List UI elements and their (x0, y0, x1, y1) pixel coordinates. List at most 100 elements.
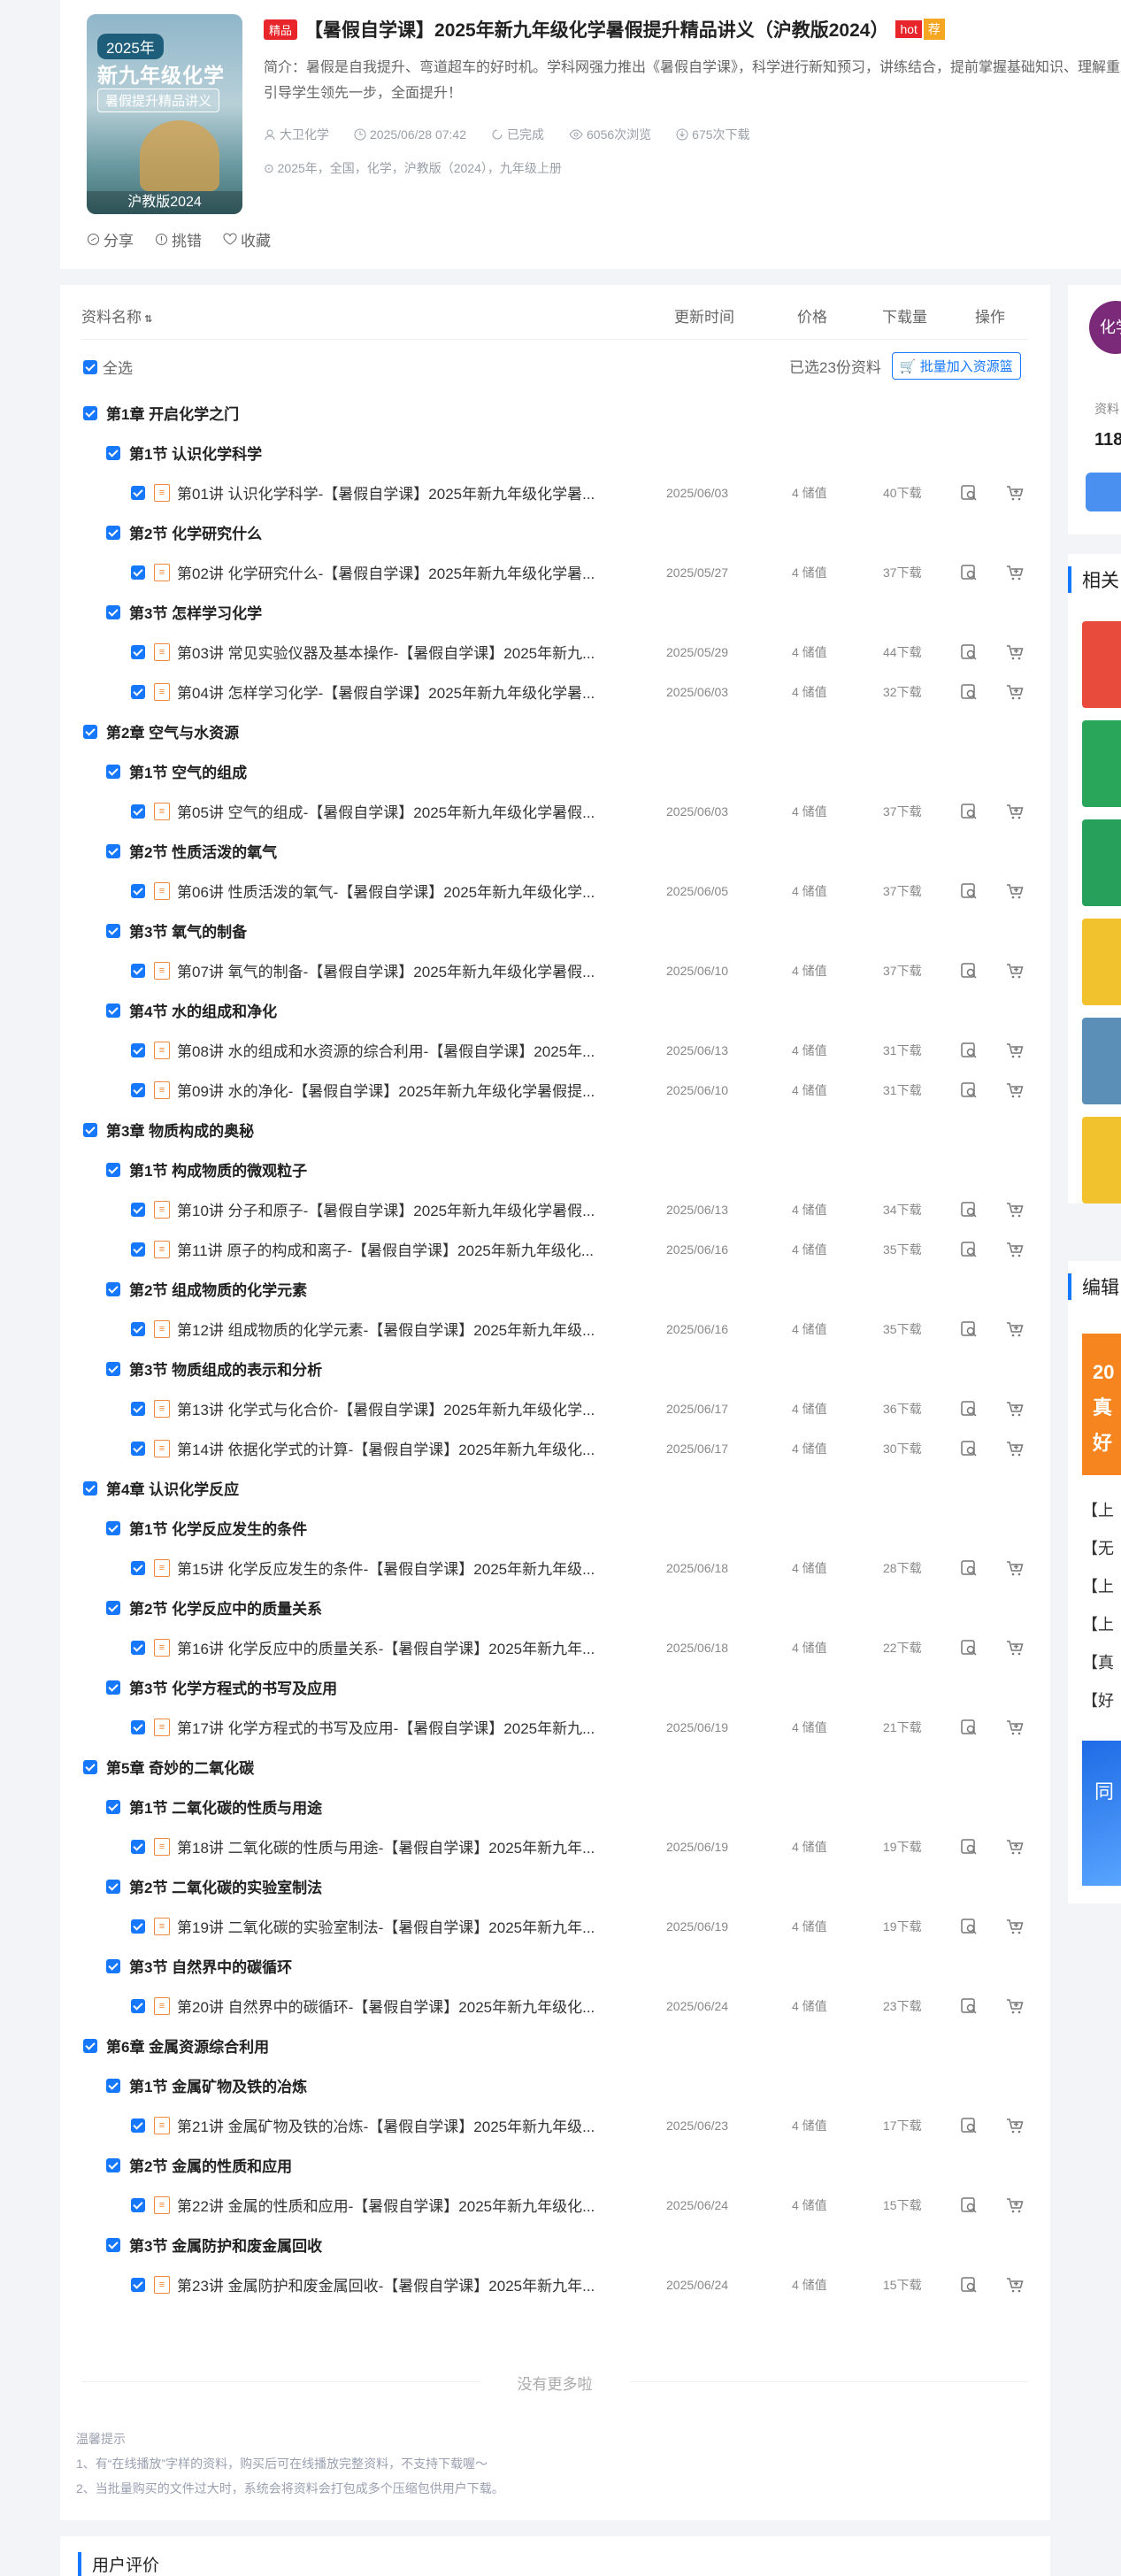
chapter-checkbox[interactable] (83, 2038, 97, 2053)
preview-icon[interactable] (959, 2116, 979, 2135)
editor-item-2[interactable]: 【无 (1082, 1536, 1114, 1559)
add-to-cart-icon[interactable] (1005, 1319, 1025, 1339)
section-checkbox[interactable] (106, 1799, 120, 1814)
related-thumb-3[interactable] (1082, 819, 1121, 906)
preview-icon[interactable] (959, 1080, 979, 1100)
add-to-cart-icon[interactable] (1005, 642, 1025, 662)
section-checkbox[interactable] (106, 604, 120, 619)
preview-icon[interactable] (959, 1638, 979, 1657)
file-name[interactable]: 第05讲 空气的组成-【暑假自学课】2025年新九年级化学暑假... (177, 800, 612, 822)
preview-icon[interactable] (959, 2195, 979, 2215)
section-checkbox[interactable] (106, 1361, 120, 1376)
add-to-cart-icon[interactable] (1005, 1041, 1025, 1060)
section-checkbox[interactable] (106, 1958, 120, 1973)
editor-item-3[interactable]: 【上 (1082, 1574, 1114, 1597)
related-thumb-5[interactable] (1082, 1018, 1121, 1104)
file-checkbox[interactable] (131, 1919, 145, 1934)
preview-icon[interactable] (959, 682, 979, 702)
add-to-cart-icon[interactable] (1005, 1200, 1025, 1219)
add-to-cart-icon[interactable] (1005, 1996, 1025, 2016)
add-to-cart-icon[interactable] (1005, 1240, 1025, 1259)
add-to-cart-icon[interactable] (1005, 802, 1025, 821)
file-checkbox[interactable] (131, 1321, 145, 1336)
preview-icon[interactable] (959, 1439, 979, 1458)
file-name[interactable]: 第22讲 金属的性质和应用-【暑假自学课】2025年新九年级化... (177, 2194, 612, 2216)
file-checkbox[interactable] (131, 804, 145, 819)
file-name[interactable]: 第21讲 金属矿物及铁的冶炼-【暑假自学课】2025年新九年级... (177, 2114, 612, 2136)
col-name-header[interactable]: 资料名称 ⇅ (81, 304, 152, 327)
file-checkbox[interactable] (131, 1401, 145, 1416)
preview-icon[interactable] (959, 881, 979, 901)
file-name[interactable]: 第06讲 性质活泼的氧气-【暑假自学课】2025年新九年级化学... (177, 880, 612, 902)
preview-icon[interactable] (959, 1200, 979, 1219)
file-name[interactable]: 第19讲 二氧化碳的实验室制法-【暑假自学课】2025年新九年... (177, 1915, 612, 1937)
file-checkbox[interactable] (131, 565, 145, 580)
file-name[interactable]: 第03讲 常见实验仪器及基本操作-【暑假自学课】2025年新九... (177, 641, 612, 663)
related-thumb-4[interactable] (1082, 919, 1121, 1005)
related-thumb-6[interactable] (1082, 1117, 1121, 1203)
file-name[interactable]: 第04讲 怎样学习化学-【暑假自学课】2025年新九年级化学暑... (177, 681, 612, 703)
add-to-cart-icon[interactable] (1005, 1638, 1025, 1657)
add-to-cart-icon[interactable] (1005, 1837, 1025, 1857)
file-checkbox[interactable] (131, 1560, 145, 1575)
section-checkbox[interactable] (106, 1600, 120, 1615)
file-name[interactable]: 第11讲 原子的构成和离子-【暑假自学课】2025年新九年级化... (177, 1238, 612, 1260)
preview-icon[interactable] (959, 1319, 979, 1339)
file-checkbox[interactable] (131, 1719, 145, 1734)
chapter-checkbox[interactable] (83, 405, 97, 420)
file-name[interactable]: 第01讲 认识化学科学-【暑假自学课】2025年新九年级化学暑... (177, 481, 612, 504)
preview-icon[interactable] (959, 642, 979, 662)
report-button[interactable]: 挑错 (155, 228, 202, 250)
add-to-cart-icon[interactable] (1005, 1718, 1025, 1737)
file-checkbox[interactable] (131, 1082, 145, 1097)
add-to-cart-icon[interactable] (1005, 1439, 1025, 1458)
section-checkbox[interactable] (106, 1162, 120, 1177)
file-name[interactable]: 第23讲 金属防护和废金属回收-【暑假自学课】2025年新九年... (177, 2273, 612, 2295)
avatar[interactable]: 化学 (1089, 301, 1121, 354)
file-name[interactable]: 第10讲 分子和原子-【暑假自学课】2025年新九年级化学暑假... (177, 1198, 612, 1220)
add-to-cart-icon[interactable] (1005, 961, 1025, 980)
preview-icon[interactable] (959, 1917, 979, 1936)
file-name[interactable]: 第02讲 化学研究什么-【暑假自学课】2025年新九年级化学暑... (177, 561, 612, 583)
chapter-checkbox[interactable] (83, 1122, 97, 1137)
file-checkbox[interactable] (131, 883, 145, 898)
add-to-cart-icon[interactable] (1005, 1399, 1025, 1419)
section-checkbox[interactable] (106, 1680, 120, 1695)
add-to-cart-icon[interactable] (1005, 2275, 1025, 2295)
related-thumb-2[interactable] (1082, 720, 1121, 807)
preview-icon[interactable] (959, 1041, 979, 1060)
file-checkbox[interactable] (131, 684, 145, 699)
add-to-cart-icon[interactable] (1005, 1558, 1025, 1578)
file-checkbox[interactable] (131, 1042, 145, 1057)
file-name[interactable]: 第09讲 水的净化-【暑假自学课】2025年新九年级化学暑假提... (177, 1079, 612, 1101)
editor-item-1[interactable]: 【上 (1082, 1498, 1114, 1521)
preview-icon[interactable] (959, 1240, 979, 1259)
preview-icon[interactable] (959, 1558, 979, 1578)
section-checkbox[interactable] (106, 1879, 120, 1894)
file-checkbox[interactable] (131, 1441, 145, 1456)
editor-banner[interactable]: 20 真 好 (1082, 1334, 1121, 1475)
file-name[interactable]: 第08讲 水的组成和水资源的综合利用-【暑假自学课】2025年... (177, 1039, 612, 1061)
section-checkbox[interactable] (106, 1281, 120, 1296)
cover-image[interactable]: 2025年 新九年级化学 暑假提升精品讲义 沪教版2024 (87, 14, 242, 214)
file-name[interactable]: 第18讲 二氧化碳的性质与用途-【暑假自学课】2025年新九年... (177, 1835, 612, 1857)
chapter-checkbox[interactable] (83, 724, 97, 739)
sort-icon[interactable]: ⇅ (142, 314, 152, 325)
file-checkbox[interactable] (131, 644, 145, 659)
related-thumb-1[interactable] (1082, 621, 1121, 708)
file-checkbox[interactable] (131, 1839, 145, 1854)
preview-icon[interactable] (959, 563, 979, 582)
section-checkbox[interactable] (106, 2157, 120, 2172)
file-checkbox[interactable] (131, 2118, 145, 2133)
file-checkbox[interactable] (131, 1202, 145, 1217)
file-checkbox[interactable] (131, 1998, 145, 2013)
section-checkbox[interactable] (106, 1003, 120, 1018)
add-to-cart-icon[interactable] (1005, 1080, 1025, 1100)
section-checkbox[interactable] (106, 843, 120, 858)
section-checkbox[interactable] (106, 923, 120, 938)
editor-bottom-banner[interactable]: 同 (1082, 1741, 1121, 1886)
preview-icon[interactable] (959, 483, 979, 503)
preview-icon[interactable] (959, 2275, 979, 2295)
section-checkbox[interactable] (106, 2078, 120, 2093)
preview-icon[interactable] (959, 1399, 979, 1419)
